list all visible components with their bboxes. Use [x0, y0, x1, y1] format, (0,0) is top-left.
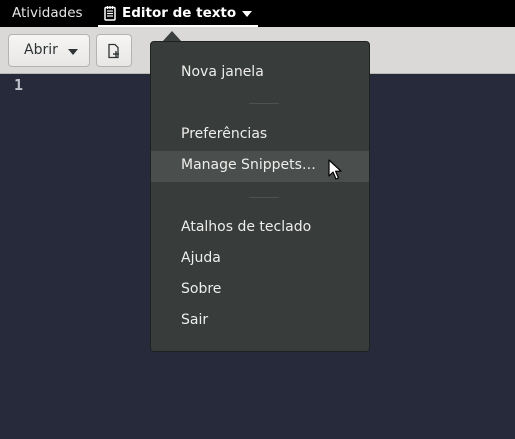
menu-separator [249, 197, 279, 198]
menu-item-help[interactable]: Ajuda [151, 244, 369, 275]
new-document-icon [108, 43, 119, 59]
mouse-pointer-icon [328, 159, 342, 180]
line-number: 1 [14, 76, 24, 94]
text-editor-icon [104, 6, 116, 21]
menu-item-preferences[interactable]: Preferências [151, 120, 369, 151]
menu-item-new-window[interactable]: Nova janela [151, 58, 369, 89]
menu-item-quit[interactable]: Sair [151, 306, 369, 337]
app-menu-popover: Nova janela Preferências Manage Snippets… [150, 41, 370, 352]
open-button[interactable]: Abrir [8, 34, 90, 67]
open-button-label: Abrir [24, 42, 58, 58]
chevron-down-icon [68, 49, 78, 55]
activities-button[interactable]: Atividades [12, 5, 83, 21]
menu-item-about[interactable]: Sobre [151, 275, 369, 306]
menu-item-keyboard-shortcuts[interactable]: Atalhos de teclado [151, 213, 369, 244]
app-menu-button[interactable]: Editor de texto [98, 0, 259, 27]
new-document-button[interactable] [96, 34, 132, 67]
menu-separator [249, 103, 279, 104]
top-bar: Atividades Editor de texto [0, 0, 515, 27]
chevron-down-icon [242, 11, 253, 17]
app-name-label: Editor de texto [122, 5, 237, 21]
